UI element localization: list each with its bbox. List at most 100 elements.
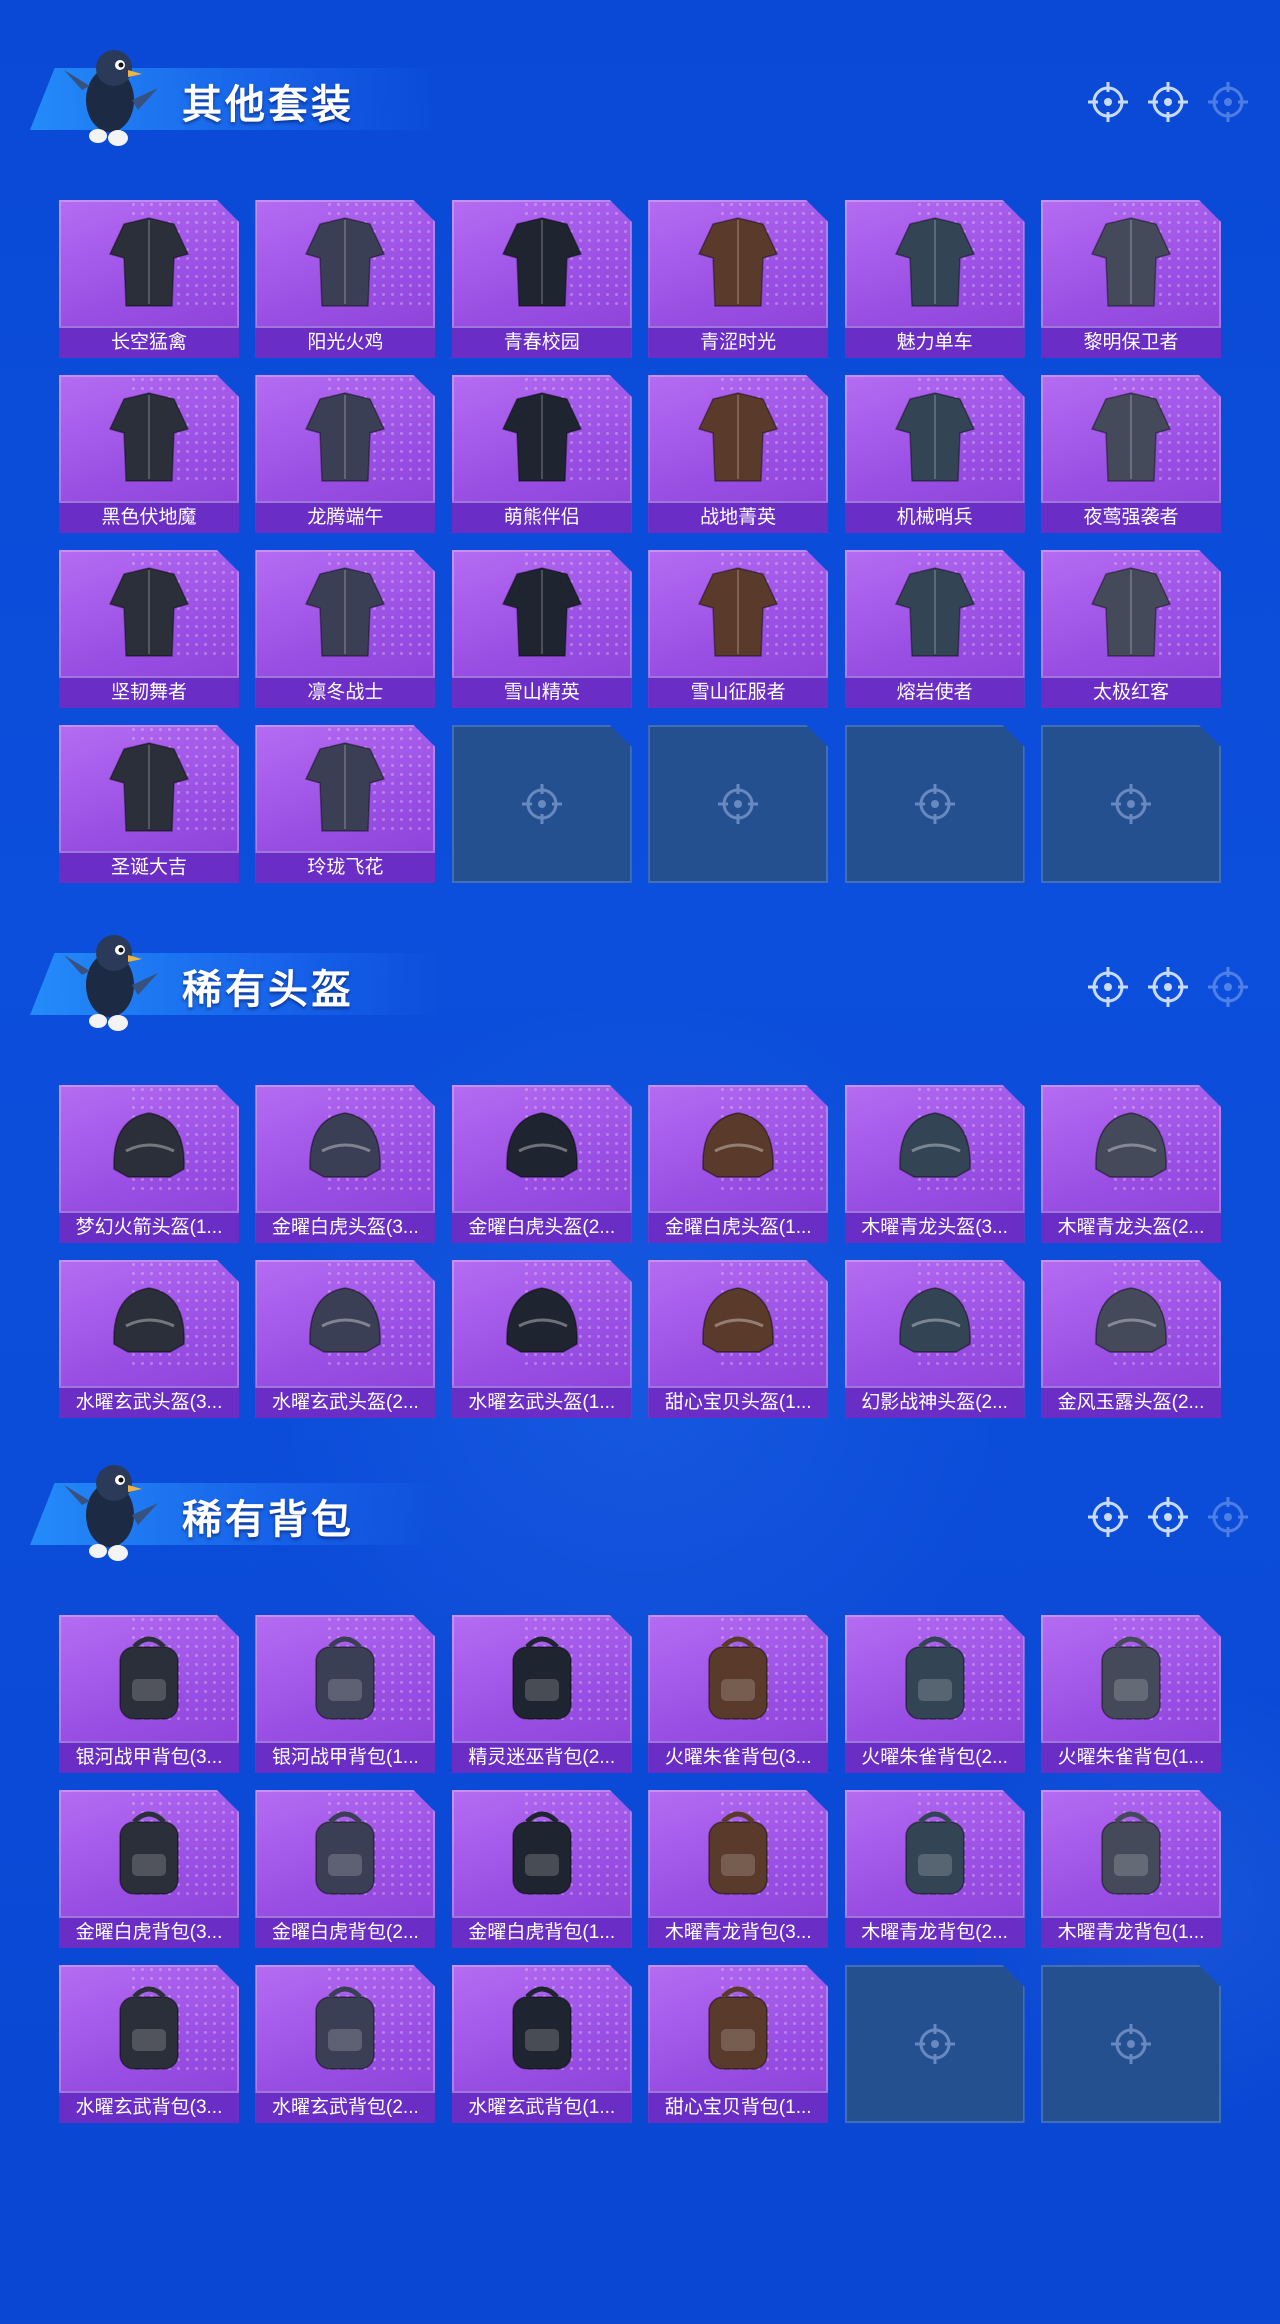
crosshair-icon	[1148, 967, 1188, 1007]
item-image	[1090, 217, 1172, 307]
empty-slot	[844, 725, 1025, 883]
item-card[interactable]: 青春校园	[451, 200, 632, 358]
item-card[interactable]: 木曜青龙背包(3...	[648, 1790, 829, 1948]
item-card[interactable]: 水曜玄武头盔(1...	[451, 1260, 632, 1418]
item-label: 水曜玄武头盔(2...	[272, 1392, 419, 1413]
item-label: 夜莺强袭者	[1083, 507, 1179, 528]
item-card[interactable]: 黎明保卫者	[1041, 200, 1221, 358]
item-image	[305, 392, 386, 482]
item-image	[1095, 1287, 1167, 1353]
item-card[interactable]: 水曜玄武头盔(2...	[255, 1260, 436, 1418]
item-image	[315, 1811, 376, 1895]
item-card[interactable]: 金曜白虎背包(3...	[59, 1790, 239, 1948]
item-card[interactable]: 雪山精英	[451, 550, 632, 708]
item-image	[702, 1287, 774, 1353]
item-card[interactable]: 水曜玄武背包(3...	[59, 1965, 239, 2123]
item-image	[119, 1986, 179, 2070]
crosshair-icon	[718, 784, 759, 824]
item-card[interactable]: 精灵迷巫背包(2...	[451, 1615, 632, 1773]
item-card[interactable]: 梦幻火箭头盔(1...	[59, 1085, 239, 1243]
item-card[interactable]: 金曜白虎头盔(1...	[648, 1085, 829, 1243]
item-card[interactable]: 金曜白虎头盔(2...	[451, 1085, 632, 1243]
item-card[interactable]: 火曜朱雀背包(2...	[844, 1615, 1025, 1773]
item-card[interactable]: 长空猛禽	[59, 200, 239, 358]
item-card[interactable]: 水曜玄武背包(1...	[451, 1965, 632, 2123]
item-label: 水曜玄武头盔(3...	[75, 1392, 223, 1413]
item-image	[512, 1986, 572, 2070]
item-card[interactable]: 圣诞大吉	[59, 725, 239, 883]
item-card[interactable]: 魅力单车	[844, 200, 1025, 358]
item-card[interactable]: 幻影战神头盔(2...	[844, 1260, 1025, 1418]
item-card[interactable]: 木曜青龙头盔(2...	[1041, 1085, 1221, 1243]
item-label: 火曜朱雀背包(2...	[861, 1747, 1008, 1768]
item-card[interactable]: 木曜青龙背包(2...	[844, 1790, 1025, 1948]
crosshair-icon	[1111, 2024, 1151, 2064]
item-image	[512, 1636, 572, 1720]
item-image	[1095, 1112, 1167, 1178]
item-card[interactable]: 战地菁英	[648, 375, 829, 533]
item-label: 金曜白虎头盔(1...	[664, 1217, 812, 1238]
crosshair-icon	[1208, 82, 1248, 122]
item-image	[506, 1112, 578, 1178]
item-image	[501, 217, 582, 307]
item-label: 金曜白虎背包(2...	[272, 1922, 419, 1943]
item-label: 水曜玄武背包(1...	[468, 2097, 616, 2118]
item-card[interactable]: 夜莺强袭者	[1041, 375, 1221, 533]
item-card[interactable]: 水曜玄武背包(2...	[255, 1965, 436, 2123]
item-card[interactable]: 水曜玄武头盔(3...	[59, 1260, 239, 1418]
item-card[interactable]: 金风玉露头盔(2...	[1041, 1260, 1221, 1418]
item-image	[315, 1986, 376, 2070]
header-target-icons	[1086, 1495, 1250, 1539]
item-card[interactable]: 萌熊伴侣	[451, 375, 632, 533]
item-label: 甜心宝贝背包(1...	[664, 2097, 812, 2118]
item-card[interactable]: 木曜青龙头盔(3...	[844, 1085, 1025, 1243]
item-card[interactable]: 金曜白虎头盔(3...	[255, 1085, 436, 1243]
section-other-outfits: 其他套装 长空猛禽 阳光火鸡 青春校园 青涩时光 魅力单车 黎明保卫者 黑色伏地魔 龙腾端午 萌…	[0, 40, 1280, 920]
item-label: 长空猛禽	[110, 332, 187, 353]
crosshair-icon	[1148, 1497, 1188, 1537]
item-label: 木曜青龙背包(3...	[664, 1922, 812, 1943]
item-card[interactable]: 甜心宝贝头盔(1...	[648, 1260, 829, 1418]
item-card[interactable]: 阳光火鸡	[255, 200, 436, 358]
item-card[interactable]: 雪山征服者	[648, 550, 829, 708]
item-card[interactable]: 金曜白虎背包(2...	[255, 1790, 436, 1948]
crosshair-icon	[1208, 1497, 1248, 1537]
item-label: 金曜白虎头盔(3...	[272, 1217, 419, 1238]
item-label: 木曜青龙头盔(2...	[1057, 1217, 1205, 1238]
item-card[interactable]: 木曜青龙背包(1...	[1041, 1790, 1221, 1948]
item-card[interactable]: 龙腾端午	[255, 375, 436, 533]
item-label: 精灵迷巫背包(2...	[468, 1747, 616, 1768]
crosshair-icon	[1088, 82, 1128, 122]
item-card[interactable]: 银河战甲背包(3...	[59, 1615, 239, 1773]
item-label: 雪山精英	[503, 682, 580, 703]
item-card[interactable]: 玲珑飞花	[255, 725, 436, 883]
item-card[interactable]: 银河战甲背包(1...	[255, 1615, 436, 1773]
item-card[interactable]: 凛冬战士	[255, 550, 436, 708]
crosshair-icon	[914, 784, 955, 824]
item-label: 青涩时光	[700, 332, 777, 353]
item-card[interactable]: 金曜白虎背包(1...	[451, 1790, 632, 1948]
item-image	[119, 1811, 179, 1895]
item-image	[309, 1287, 382, 1353]
item-label: 梦幻火箭头盔(1...	[75, 1217, 223, 1238]
item-card[interactable]: 火曜朱雀背包(1...	[1041, 1615, 1221, 1773]
item-card[interactable]: 太极红客	[1041, 550, 1221, 708]
item-card[interactable]: 熔岩使者	[844, 550, 1025, 708]
item-card[interactable]: 坚韧舞者	[59, 550, 239, 708]
item-card[interactable]: 火曜朱雀背包(3...	[648, 1615, 829, 1773]
item-image	[1090, 392, 1172, 482]
item-label: 太极红客	[1092, 682, 1169, 703]
item-image	[506, 1287, 578, 1353]
item-card[interactable]: 机械哨兵	[844, 375, 1025, 533]
item-image	[894, 392, 975, 482]
item-label: 水曜玄武背包(2...	[272, 2097, 419, 2118]
item-image	[108, 567, 190, 657]
crosshair-icon	[1088, 1497, 1128, 1537]
item-card[interactable]: 青涩时光	[648, 200, 829, 358]
item-label: 木曜青龙背包(2...	[861, 1922, 1008, 1943]
item-card[interactable]: 甜心宝贝背包(1...	[648, 1965, 829, 2123]
section-header: 稀有背包	[0, 1455, 1280, 1575]
item-image	[108, 742, 190, 832]
item-image	[708, 1811, 768, 1895]
item-card[interactable]: 黑色伏地魔	[59, 375, 239, 533]
